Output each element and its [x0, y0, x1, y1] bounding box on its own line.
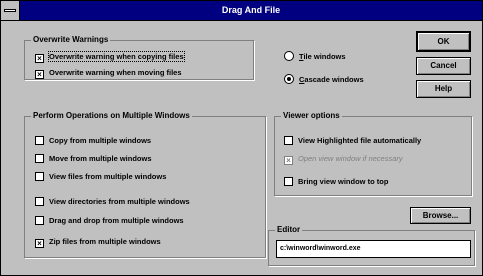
- view-highlighted-label: View Highlighted file automatically: [298, 136, 422, 145]
- open-view-window-label: Open view window if necessary: [298, 154, 403, 163]
- checkbox-icon[interactable]: [35, 154, 44, 163]
- tile-windows-label: Tile windows: [299, 52, 346, 61]
- overwrite-move-label: Overwrite warning when moving files: [49, 68, 182, 77]
- open-view-window-checkbox: × Open view window if necessary: [284, 153, 403, 165]
- overwrite-move-checkbox[interactable]: × Overwrite warning when moving files: [35, 67, 182, 79]
- view-files-multiple-label: View files from multiple windows: [49, 172, 167, 181]
- help-button[interactable]: Help: [416, 80, 471, 98]
- move-multiple-checkbox[interactable]: Move from multiple windows: [35, 153, 152, 165]
- zip-multiple-label: Zip files from multiple windows: [49, 237, 161, 246]
- bring-view-top-checkbox[interactable]: Bring view window to top: [284, 176, 388, 188]
- copy-multiple-checkbox[interactable]: Copy from multiple windows: [35, 135, 151, 147]
- checkbox-icon[interactable]: [284, 136, 293, 145]
- system-menu-icon[interactable]: [1, 1, 20, 20]
- tile-windows-radio[interactable]: Tile windows: [284, 51, 346, 63]
- checkbox-icon[interactable]: ×: [35, 70, 44, 79]
- ok-button[interactable]: OK: [416, 31, 471, 52]
- view-highlighted-checkbox[interactable]: View Highlighted file automatically: [284, 135, 421, 147]
- multiple-windows-legend: Perform Operations on Multiple Windows: [31, 111, 192, 120]
- checkbox-icon[interactable]: [35, 136, 44, 145]
- radio-icon[interactable]: [284, 51, 294, 61]
- copy-multiple-label: Copy from multiple windows: [49, 136, 152, 145]
- browse-button[interactable]: Browse...: [410, 207, 471, 224]
- checkbox-icon[interactable]: ×: [35, 239, 44, 248]
- drag-drop-multiple-checkbox[interactable]: Drag and drop from multiple windows: [35, 215, 184, 227]
- title-bar[interactable]: Drag And File: [1, 1, 482, 21]
- overwrite-copy-checkbox[interactable]: × Overwrite warning when copying files: [35, 51, 185, 63]
- radio-icon[interactable]: [284, 74, 294, 84]
- cascade-windows-label: Cascade windows: [299, 75, 364, 84]
- zip-multiple-checkbox[interactable]: × Zip files from multiple windows: [35, 236, 161, 248]
- checkbox-icon[interactable]: [284, 177, 293, 186]
- checkbox-icon: ×: [284, 156, 293, 165]
- window-title: Drag And File: [221, 5, 281, 15]
- move-multiple-label: Move from multiple windows: [49, 154, 152, 163]
- view-dirs-multiple-label: View directories from multiple windows: [49, 197, 190, 206]
- drag-drop-multiple-label: Drag and drop from multiple windows: [49, 216, 184, 225]
- checkbox-icon[interactable]: ×: [35, 54, 44, 63]
- cancel-button[interactable]: Cancel: [416, 57, 471, 75]
- overwrite-copy-label: Overwrite warning when copying files: [48, 51, 185, 62]
- viewer-options-legend: Viewer options: [281, 111, 342, 120]
- browse-button-label: Browse...: [422, 211, 459, 220]
- bring-view-top-label: Bring view window to top: [298, 177, 389, 186]
- editor-path-input[interactable]: c:\winword\winword.exe: [276, 240, 471, 258]
- checkbox-icon[interactable]: [35, 216, 44, 225]
- editor-legend: Editor: [275, 225, 303, 234]
- checkbox-icon[interactable]: [35, 197, 44, 206]
- cascade-windows-radio[interactable]: Cascade windows: [284, 74, 364, 86]
- view-dirs-multiple-checkbox[interactable]: View directories from multiple windows: [35, 196, 190, 208]
- dialog-window: Drag And File Overwrite Warnings × Overwr…: [0, 0, 483, 276]
- overwrite-warnings-legend: Overwrite Warnings: [31, 35, 111, 44]
- view-files-multiple-checkbox[interactable]: View files from multiple windows: [35, 171, 166, 183]
- checkbox-icon[interactable]: [35, 172, 44, 181]
